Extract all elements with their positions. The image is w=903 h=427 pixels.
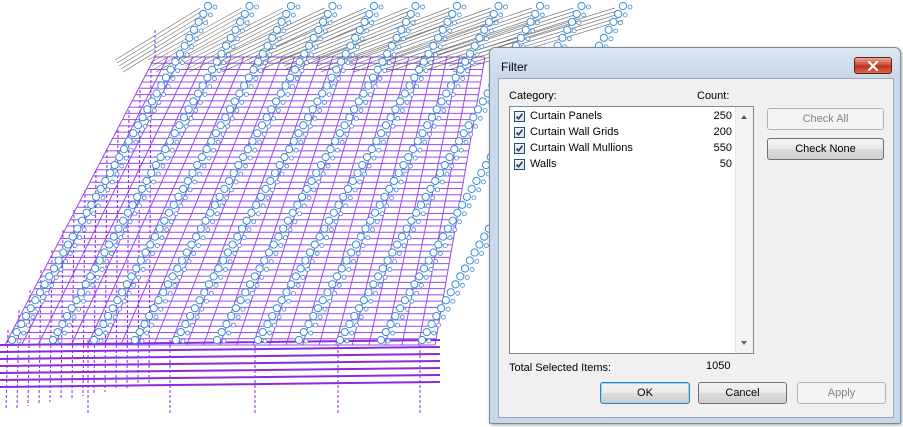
category-name: Curtain Panels	[530, 110, 603, 122]
apply-button[interactable]: Apply	[797, 382, 886, 404]
list-item[interactable]: Curtain Panels 250	[514, 109, 732, 125]
category-count: 550	[713, 142, 732, 154]
dialog-title: Filter	[501, 60, 528, 74]
category-list[interactable]: Curtain Panels 250 Curtain Wall Grids 200 Cu…	[509, 106, 754, 354]
filter-dialog: Filter Category: Count: Curtain Panels 25…	[489, 47, 901, 424]
scroll-down-icon[interactable]	[741, 341, 747, 345]
count-header: Count:	[697, 90, 730, 102]
list-scrollbar[interactable]	[735, 107, 753, 353]
checkmark-icon	[515, 113, 524, 121]
category-checkbox[interactable]	[514, 143, 525, 154]
category-name: Walls	[530, 158, 557, 170]
list-item[interactable]: Walls 50	[514, 157, 732, 173]
total-selected-value: 1050	[706, 360, 731, 372]
dialog-body: Category: Count: Curtain Panels 250 Curtai…	[498, 78, 894, 418]
check-all-button[interactable]: Check All	[767, 108, 884, 130]
checkmark-icon	[515, 145, 524, 153]
checkmark-icon	[515, 161, 524, 169]
category-checkbox[interactable]	[514, 159, 525, 170]
category-name: Curtain Wall Grids	[530, 126, 619, 138]
close-button[interactable]	[854, 57, 892, 74]
category-count: 250	[713, 110, 732, 122]
category-name: Curtain Wall Mullions	[530, 142, 633, 154]
checkmark-icon	[515, 129, 524, 137]
list-item[interactable]: Curtain Wall Grids 200	[514, 125, 732, 141]
scroll-up-icon[interactable]	[741, 115, 747, 119]
category-header: Category:	[509, 90, 557, 102]
category-count: 200	[713, 126, 732, 138]
check-none-button[interactable]: Check None	[767, 138, 884, 160]
category-checkbox[interactable]	[514, 111, 525, 122]
ok-button[interactable]: OK	[600, 382, 690, 404]
total-selected-label: Total Selected Items:	[509, 362, 612, 374]
category-checkbox[interactable]	[514, 127, 525, 138]
close-icon	[867, 60, 879, 71]
cancel-button[interactable]: Cancel	[698, 382, 787, 404]
category-count: 50	[719, 158, 732, 170]
list-item[interactable]: Curtain Wall Mullions 550	[514, 141, 732, 157]
